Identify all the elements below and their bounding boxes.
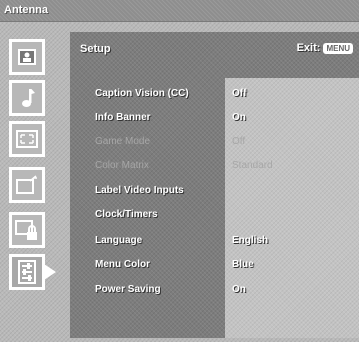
top-bar: Antenna (0, 0, 359, 22)
exit-label: Exit: (296, 42, 321, 54)
sidebar-item-channel[interactable] (9, 167, 45, 203)
menu-badge[interactable]: MENU (323, 42, 353, 54)
setting-value: Off (232, 88, 247, 99)
channel-icon (16, 175, 38, 195)
setting-row-game-mode: Game Mode Off (70, 133, 359, 153)
sidebar-item-screen[interactable] (9, 121, 45, 157)
setting-label: Color Matrix (95, 160, 149, 171)
setting-value: On (232, 284, 246, 295)
setting-row-language[interactable]: Language English (70, 232, 359, 252)
setting-row-caption-vision[interactable]: Caption Vision (CC) Off (70, 85, 359, 105)
sidebar-item-picture[interactable] (9, 39, 45, 75)
screen-adjust-icon (16, 130, 38, 148)
setting-row-label-video-inputs[interactable]: Label Video Inputs (70, 182, 359, 202)
lock-icon (15, 219, 39, 241)
setting-value: Blue (232, 259, 254, 270)
sidebar-item-audio[interactable] (9, 80, 45, 116)
setting-value: On (232, 112, 246, 123)
page-title: Setup (80, 43, 111, 55)
sidebar (0, 37, 70, 337)
setting-label: Caption Vision (CC) (95, 88, 189, 99)
picture-icon (17, 48, 37, 66)
setting-label: Info Banner (95, 112, 151, 123)
setting-label: Clock/Timers (95, 209, 158, 220)
setting-row-color-matrix: Color Matrix Standard (70, 157, 359, 177)
setting-label: Label Video Inputs (95, 185, 184, 196)
setting-label: Language (95, 235, 143, 246)
setting-value: Standard (232, 160, 273, 171)
setting-label: Menu Color (95, 259, 150, 270)
setting-row-power-saving[interactable]: Power Saving On (70, 281, 359, 301)
exit-hint: Exit: MENU (297, 42, 353, 54)
setting-row-info-banner[interactable]: Info Banner On (70, 109, 359, 129)
setting-value: Off (232, 136, 246, 147)
sidebar-item-setup[interactable] (9, 254, 56, 290)
setting-row-clock-timers[interactable]: Clock/Timers (70, 206, 359, 226)
music-note-icon (18, 87, 36, 109)
setup-icon (18, 260, 36, 284)
input-source-title: Antenna (4, 4, 48, 16)
setting-value: English (232, 235, 269, 246)
setting-label: Game Mode (95, 136, 151, 147)
setting-label: Power Saving (95, 284, 161, 295)
sidebar-item-lock[interactable] (9, 212, 45, 248)
setting-row-menu-color[interactable]: Menu Color Blue (70, 256, 359, 276)
